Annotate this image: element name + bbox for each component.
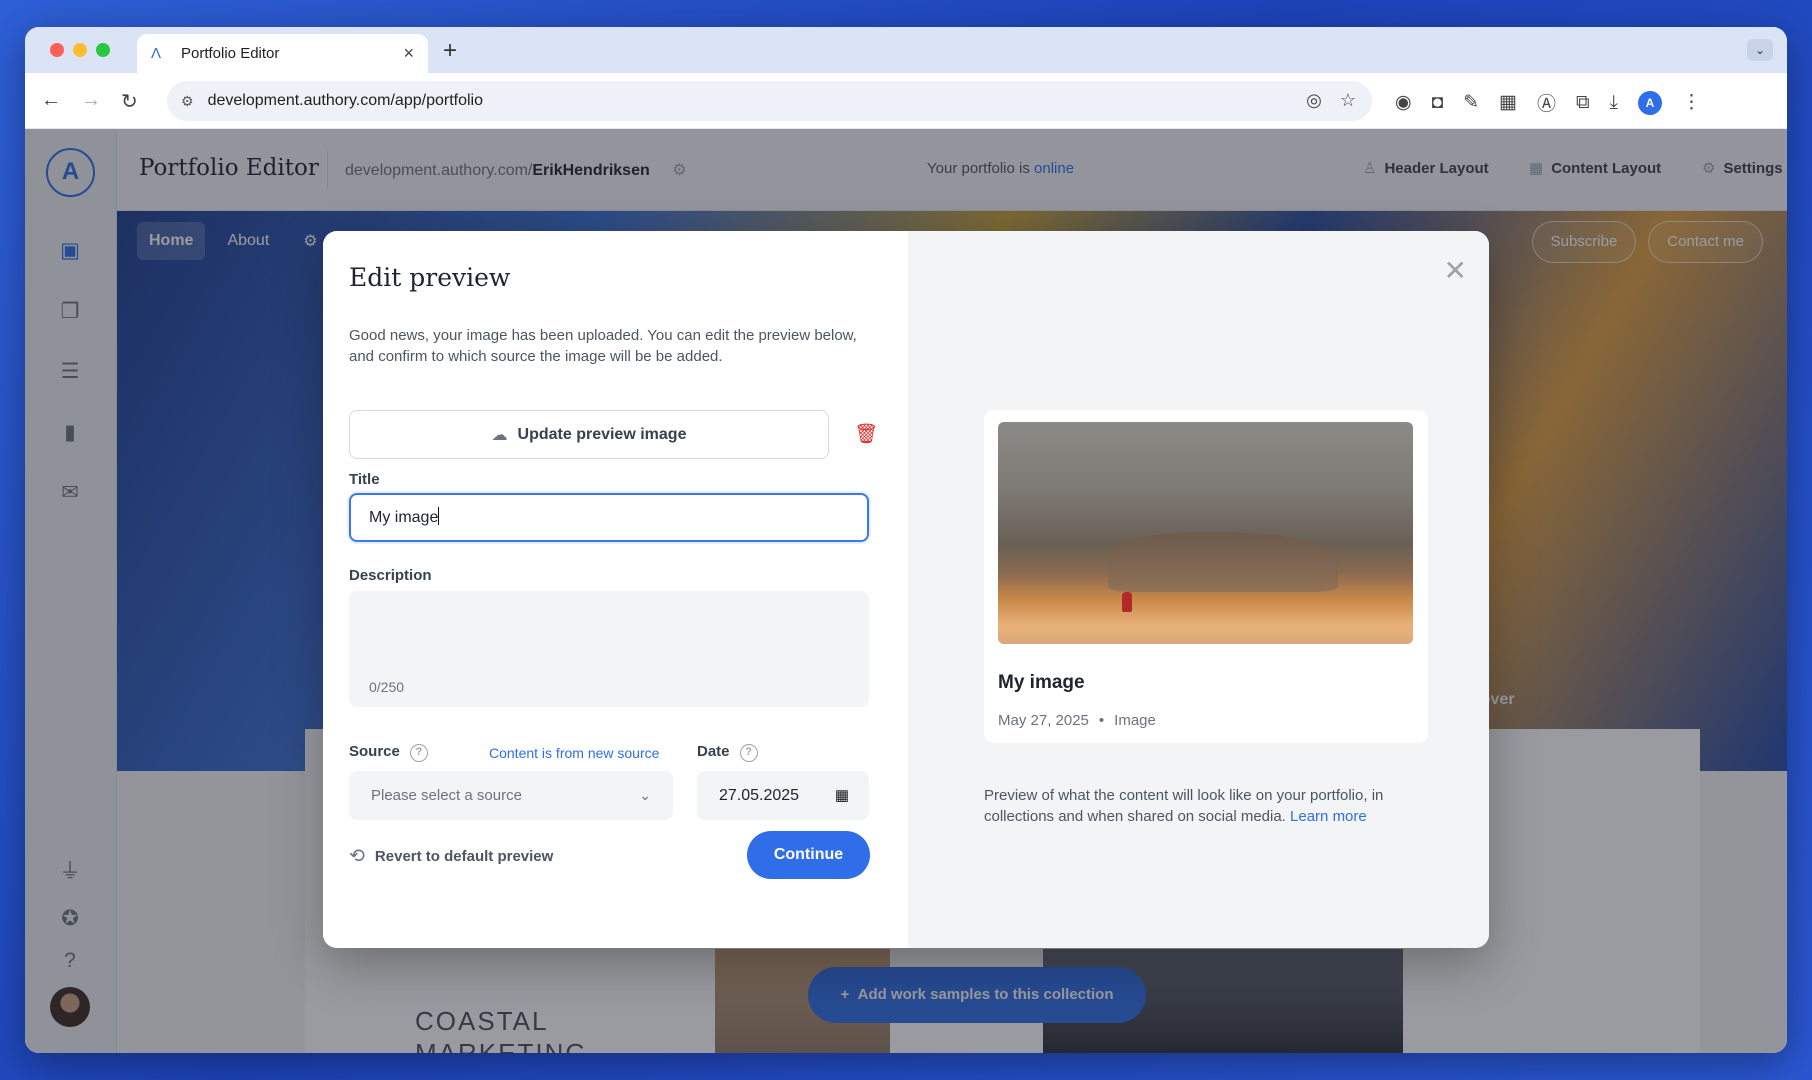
close-icon[interactable]: ✕: [1444, 257, 1467, 285]
source-placeholder: Please select a source: [371, 787, 522, 804]
meta-separator: •: [1098, 712, 1105, 729]
close-tab-icon[interactable]: ×: [403, 43, 414, 64]
title-input-value: My image: [369, 509, 439, 526]
password-extension-icon[interactable]: ◉: [1395, 91, 1412, 114]
back-icon[interactable]: ←: [41, 89, 61, 112]
description-textarea[interactable]: 0/250: [349, 591, 869, 707]
modal-form-panel: Edit preview Good news, your image has b…: [323, 231, 908, 948]
date-value: 27.05.2025: [719, 787, 800, 804]
reload-icon[interactable]: ↻: [121, 89, 138, 114]
browser-tab[interactable]: Ʌ Portfolio Editor ×: [137, 34, 428, 73]
preview-meta: May 27, 2025 • Image: [998, 712, 1156, 729]
preview-image-figure: [1122, 592, 1132, 612]
description-counter: 0/250: [369, 679, 405, 695]
tab-strip: Ʌ Portfolio Editor × + ⌄: [25, 27, 1787, 73]
browser-window: Ʌ Portfolio Editor × + ⌄ ← → ↻ ⚙ develop…: [25, 27, 1787, 1053]
chevron-down-icon: ⌄: [639, 787, 651, 803]
tab-title: Portfolio Editor: [181, 45, 280, 62]
source-help-icon[interactable]: ?: [409, 744, 428, 762]
new-source-link[interactable]: Content is from new source: [489, 745, 659, 761]
extensions-bar: ◉ ◘ ✎ ▦ Ⓐ ⧉ ⤓ A ⋮: [1395, 89, 1701, 116]
revert-label: Revert to default preview: [374, 848, 554, 865]
update-preview-label: Update preview image: [517, 425, 687, 443]
preview-image-mesa: [1108, 532, 1338, 592]
upload-cloud-icon: ☁: [491, 426, 508, 444]
title-input[interactable]: My image: [349, 493, 869, 542]
modal-title: Edit preview: [349, 263, 511, 292]
bookmark-star-icon[interactable]: ☆: [1340, 90, 1356, 111]
extensions-puzzle-icon[interactable]: ⧉: [1576, 92, 1590, 114]
date-label-row: Date?: [697, 743, 758, 762]
authory-extension-icon[interactable]: Ⓐ: [1537, 89, 1556, 116]
date-help-icon[interactable]: ?: [739, 744, 758, 762]
maximize-window-button[interactable]: [96, 43, 110, 57]
preview-date: May 27, 2025: [998, 712, 1089, 729]
url-text: development.authory.com/app/portfolio: [207, 92, 483, 109]
eyedropper-extension-icon[interactable]: ✎: [1463, 91, 1479, 114]
new-tab-button[interactable]: +: [443, 37, 457, 65]
delete-image-icon[interactable]: 🗑: [854, 422, 878, 446]
forward-icon[interactable]: →: [81, 89, 101, 112]
source-label: Source: [349, 743, 400, 760]
modal-preview-panel: ✕ My image May 27, 2025 • Image Preview of…: [908, 231, 1489, 948]
close-window-button[interactable]: [50, 43, 64, 57]
title-label: Title: [349, 471, 380, 488]
update-preview-image-button[interactable]: ☁ Update preview image: [349, 410, 829, 459]
modal-description: Good news, your image has been uploaded.…: [349, 327, 857, 365]
browser-toolbar: ← → ↻ ⚙ development.authory.com/app/port…: [25, 73, 1787, 129]
source-select[interactable]: Please select a source ⌄: [349, 771, 673, 820]
address-bar[interactable]: ⚙ development.authory.com/app/portfolio …: [167, 81, 1372, 121]
revert-default-button[interactable]: ⟲ Revert to default preview: [349, 845, 553, 868]
text-caret: [438, 507, 440, 525]
authory-favicon-icon: Ʌ: [151, 45, 162, 62]
preview-title: My image: [998, 672, 1085, 693]
profile-avatar[interactable]: A: [1637, 90, 1662, 115]
source-label-row: Source?: [349, 743, 428, 762]
calendar-icon[interactable]: ▦: [835, 771, 849, 820]
edit-preview-modal: Edit preview Good news, your image has b…: [323, 231, 1489, 948]
window-controls: [50, 43, 110, 57]
minimize-window-button[interactable]: [73, 43, 87, 57]
camera-extension-icon[interactable]: ◘: [1432, 92, 1443, 114]
preview-card: My image May 27, 2025 • Image: [984, 410, 1428, 743]
date-input[interactable]: 27.05.2025 ▦: [697, 771, 869, 820]
preview-image: [998, 422, 1413, 644]
downloads-icon[interactable]: ⤓: [1610, 92, 1618, 114]
continue-button[interactable]: Continue: [747, 831, 870, 879]
preview-note: Preview of what the content will look li…: [984, 785, 1404, 827]
learn-more-link[interactable]: Learn more: [1290, 808, 1367, 825]
date-label: Date: [697, 743, 730, 760]
tab-search-button[interactable]: ⌄: [1747, 39, 1773, 61]
revert-icon: ⟲: [349, 846, 365, 867]
preview-type: Image: [1114, 712, 1156, 729]
grid-extension-icon[interactable]: ▦: [1499, 91, 1517, 114]
site-info-icon[interactable]: ⚙: [181, 93, 194, 110]
browser-menu-icon[interactable]: ⋮: [1682, 91, 1701, 114]
tracking-blocked-icon[interactable]: ◎: [1306, 90, 1322, 111]
description-label: Description: [349, 567, 432, 584]
